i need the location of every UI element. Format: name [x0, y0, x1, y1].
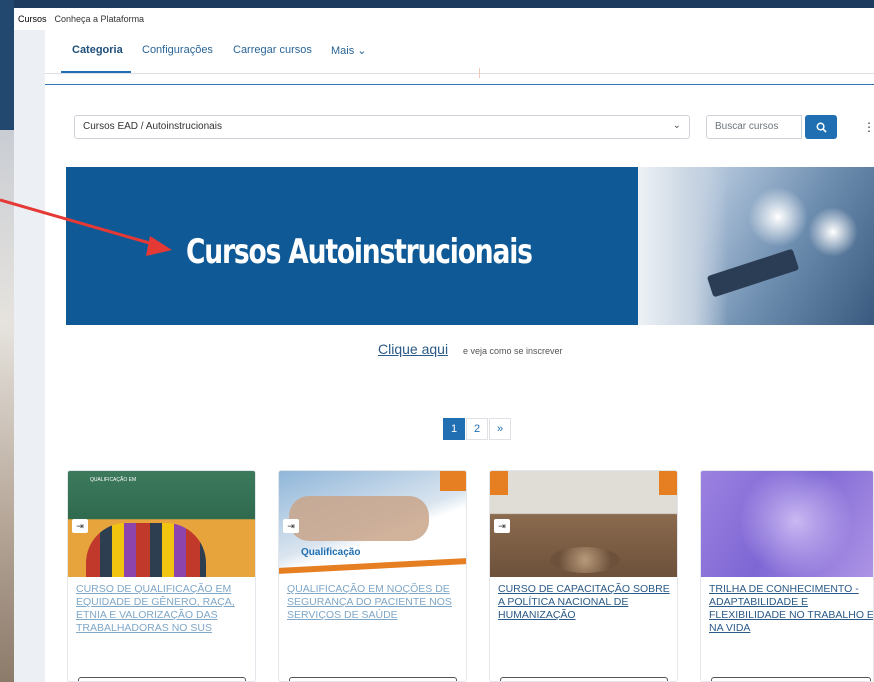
course-card[interactable]: Qualificação ⇥ QUALIFICAÇÃO EM NOÇÕES DE… [278, 470, 467, 682]
category-banner: Cursos Autoinstrucionais [66, 167, 874, 325]
thumbnail-illustration [741, 471, 851, 581]
panel-gutter [14, 30, 45, 682]
breadcrumb-item-plataforma[interactable]: Conheça a Plataforma [55, 14, 145, 24]
access-course-button[interactable] [78, 677, 246, 681]
course-thumbnail: ⇥ [490, 471, 677, 577]
course-card[interactable]: TRILHA DE CONHECIMENTO - ADAPTABILIDADE … [700, 470, 874, 682]
page-2[interactable]: 2 [466, 418, 488, 440]
pagination: 1 2 » [443, 418, 511, 440]
thumbnail-caption: QUALIFICAÇÃO EM [90, 477, 137, 483]
thumbnail-accent [490, 471, 508, 495]
enter-course-icon[interactable]: ⇥ [72, 519, 88, 533]
tab-divider [479, 68, 480, 78]
banner-person [638, 167, 728, 325]
course-title[interactable]: CURSO DE QUALIFICAÇÃO EM EQUIDADE DE GÊN… [76, 583, 248, 635]
thumbnail-illustration [289, 496, 429, 541]
signup-help-link[interactable]: Clique aqui [378, 341, 448, 357]
category-select-value: Cursos EAD / Autoinstrucionais [83, 121, 222, 132]
access-course-button[interactable] [711, 677, 871, 681]
thumbnail-accent [659, 471, 677, 495]
thumbnail-illustration [550, 547, 620, 573]
content-card: Categoria Configurações Carregar cursos … [45, 30, 874, 682]
thumbnail-accent [440, 471, 466, 491]
signup-help-text: e veja como se inscrever [463, 346, 563, 356]
section-divider [45, 84, 874, 85]
main-panel: Categoria Configurações Carregar cursos … [14, 30, 874, 682]
page-next[interactable]: » [489, 418, 511, 440]
tab-carregar-cursos[interactable]: Carregar cursos [233, 44, 312, 56]
thumbnail-illustration [86, 523, 206, 577]
search-input[interactable]: Buscar cursos [706, 115, 802, 139]
course-thumbnail: QUALIFICAÇÃO EM ⇥ [68, 471, 255, 577]
tab-mais[interactable]: Mais ⌄ [331, 44, 367, 57]
banner-title: Cursos Autoinstrucionais [186, 232, 533, 272]
access-course-button[interactable] [500, 677, 668, 681]
course-card[interactable]: ⇥ CURSO DE CAPACITAÇÃO SOBRE A POLÍTICA … [489, 470, 678, 682]
search-button[interactable] [805, 115, 837, 139]
breadcrumb: Cursos Conheça a Plataforma [14, 8, 874, 30]
category-select[interactable]: Cursos EAD / Autoinstrucionais ⌄ [74, 115, 690, 139]
more-options-icon[interactable]: ⋮ [863, 120, 874, 134]
thumbnail-accent [279, 558, 466, 574]
chevron-down-icon: ⌄ [672, 120, 681, 131]
tab-configuracoes[interactable]: Configurações [142, 44, 213, 56]
search-icon [816, 122, 827, 133]
enter-course-icon[interactable]: ⇥ [283, 519, 299, 533]
thumbnail-caption: Qualificação [301, 547, 361, 558]
tab-bar: Categoria Configurações Carregar cursos … [45, 30, 874, 78]
course-thumbnail: Qualificação ⇥ [279, 471, 466, 577]
enter-course-icon[interactable]: ⇥ [494, 519, 510, 533]
active-tab-indicator [61, 71, 131, 73]
course-title[interactable]: TRILHA DE CONHECIMENTO - ADAPTABILIDADE … [709, 583, 873, 635]
course-title[interactable]: QUALIFICAÇÃO EM NOÇÕES DE SEGURANÇA DO P… [287, 583, 459, 622]
tab-categoria[interactable]: Categoria [72, 44, 123, 56]
access-course-button[interactable] [289, 677, 457, 681]
background-photo [0, 130, 14, 682]
breadcrumb-item-cursos[interactable]: Cursos [18, 14, 47, 24]
banner-photo [638, 167, 874, 325]
banner-glow [748, 187, 808, 247]
banner-glow [808, 207, 858, 257]
course-card[interactable]: QUALIFICAÇÃO EM ⇥ CURSO DE QUALIFICAÇÃO … [67, 470, 256, 682]
course-title[interactable]: CURSO DE CAPACITAÇÃO SOBRE A POLÍTICA NA… [498, 583, 670, 622]
course-thumbnail [701, 471, 873, 581]
page-1[interactable]: 1 [443, 418, 465, 440]
